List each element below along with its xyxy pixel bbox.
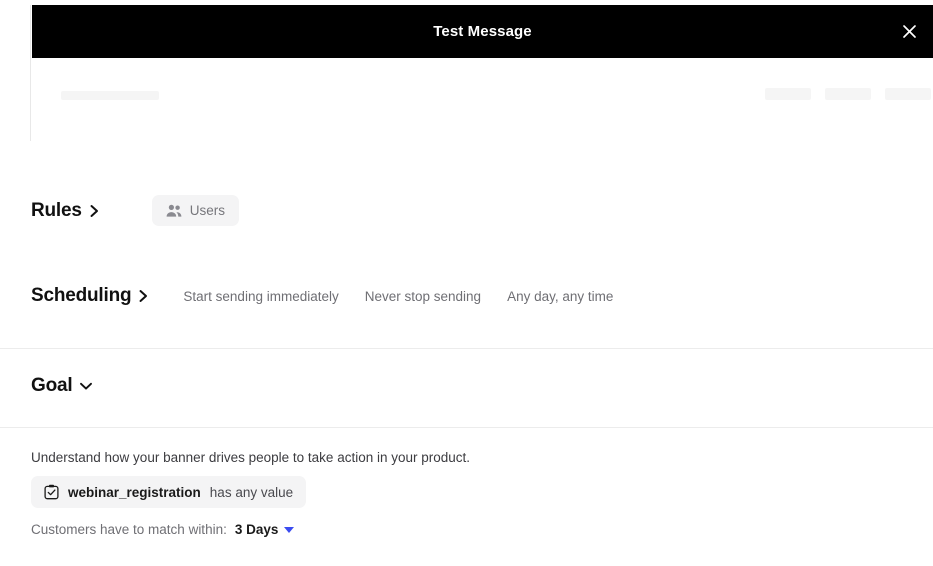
goal-event-chip[interactable]: webinar_registration has any value	[31, 476, 307, 508]
goal-event-condition: has any value	[209, 484, 294, 500]
skeleton-placeholder-action-1	[765, 88, 811, 100]
goal-match-window-row: Customers have to match within: 3 Days	[31, 522, 901, 537]
caret-down-icon[interactable]	[284, 526, 295, 533]
goal-match-window-label: Customers have to match within:	[31, 522, 227, 537]
section-scheduling[interactable]: Scheduling Start sending immediately Nev…	[31, 285, 613, 307]
divider-above-goal	[0, 348, 933, 349]
task-checkbox-icon	[44, 484, 59, 500]
banner-title: Test Message	[433, 23, 532, 40]
scheduling-summary-stop: Never stop sending	[364, 288, 482, 304]
rules-audience-chip[interactable]: Users	[151, 195, 240, 226]
scheduling-summary-start: Start sending immediately	[183, 288, 339, 304]
goal-match-window-value[interactable]: 3 Days	[235, 522, 279, 537]
scheduling-summary-list: Start sending immediately Never stop sen…	[183, 289, 613, 304]
users-icon	[166, 204, 182, 218]
message-preview-panel: Test Message	[30, 5, 933, 141]
goal-body: Understand how your banner drives people…	[31, 450, 901, 537]
skeleton-placeholder-title	[61, 91, 159, 100]
close-icon[interactable]	[895, 18, 923, 46]
chevron-right-icon[interactable]	[138, 289, 148, 303]
scheduling-summary-window: Any day, any time	[507, 288, 614, 304]
section-rules[interactable]: Rules Users	[31, 195, 240, 226]
section-goal[interactable]: Goal	[31, 375, 93, 397]
goal-description: Understand how your banner drives people…	[31, 450, 471, 465]
rules-audience-chip-label: Users	[189, 203, 226, 218]
banner-preview: Test Message	[32, 5, 933, 58]
skeleton-placeholder-action-2	[825, 88, 871, 100]
chevron-right-icon[interactable]	[89, 204, 99, 218]
divider-below-goal-header	[0, 427, 933, 428]
section-goal-title: Goal	[31, 375, 73, 396]
goal-event-name: webinar_registration	[68, 484, 201, 500]
section-rules-title: Rules	[31, 199, 82, 221]
section-scheduling-title: Scheduling	[31, 285, 132, 306]
skeleton-placeholder-action-3	[885, 88, 931, 100]
chevron-down-icon[interactable]	[79, 381, 93, 391]
